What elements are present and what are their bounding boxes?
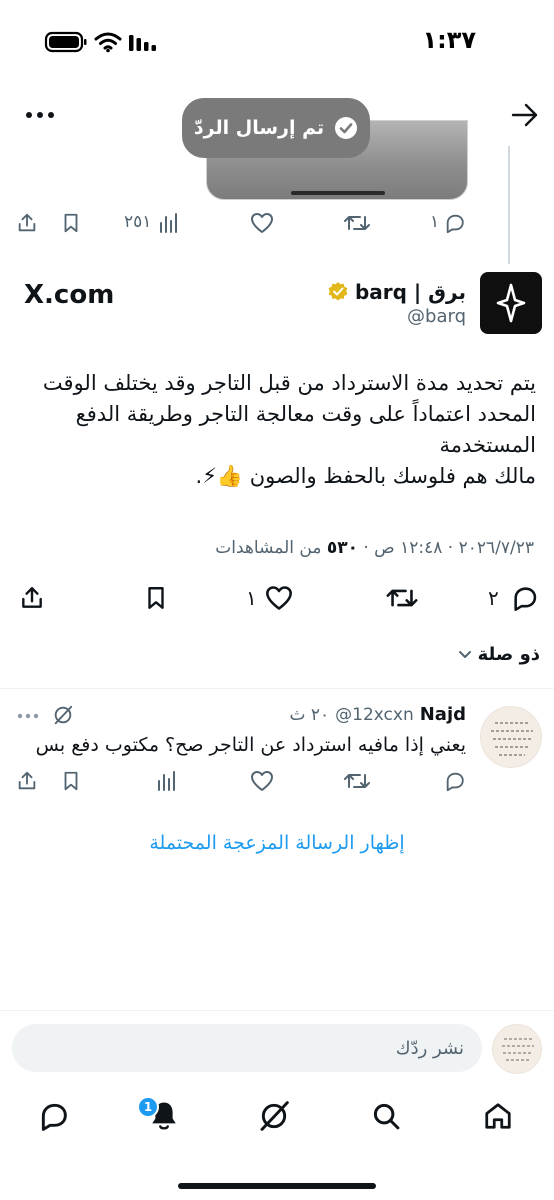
views-count: ٢٥١ xyxy=(124,212,152,232)
like-icon[interactable] xyxy=(248,768,276,794)
retweet-icon[interactable] xyxy=(384,582,420,614)
home-icon[interactable] xyxy=(480,1098,516,1134)
barq-logo-icon xyxy=(496,283,526,323)
reply-text: يعني إذا مافيه استرداد عن التاجر صح؟ مكت… xyxy=(35,734,466,756)
notifications-badge-count: 1 xyxy=(143,1100,153,1114)
battery-icon xyxy=(44,30,88,54)
tweet-line: مالك هم فلوسك بالحفظ والصون 👍⚡. xyxy=(195,464,536,488)
tweet-text: يتم تحديد مدة الاسترداد من قبل التاجر وق… xyxy=(16,368,536,492)
tweet-line: المستخدمة xyxy=(439,433,536,457)
bookmark-icon[interactable] xyxy=(58,210,84,236)
composer-avatar[interactable] xyxy=(492,1024,542,1074)
tweet-line: يتم تحديد مدة الاسترداد من قبل التاجر وق… xyxy=(42,371,536,395)
reply-composer-input[interactable]: نشر ردّك xyxy=(12,1024,482,1072)
views-icon[interactable] xyxy=(156,210,180,236)
retweet-icon[interactable] xyxy=(342,210,372,236)
bookmark-icon[interactable] xyxy=(140,582,172,614)
more-options-icon[interactable] xyxy=(14,706,42,726)
messages-icon[interactable] xyxy=(36,1098,72,1134)
reply-icon[interactable] xyxy=(442,768,468,794)
reply-handle: @12xcxn xyxy=(335,705,414,725)
more-options-icon[interactable] xyxy=(22,100,58,130)
related-toggle[interactable]: ذو صلة xyxy=(458,644,540,665)
tweet-meta: ٢٠٢٦/٧/٢٣ · ١٢:٤٨ ص · ٥٣٠ من المشاهدات xyxy=(215,538,534,558)
reply-icon[interactable] xyxy=(442,210,468,236)
wifi-icon xyxy=(94,30,122,54)
chevron-down-icon xyxy=(458,648,472,662)
related-label: ذو صلة xyxy=(477,644,540,665)
author-handle: @barq xyxy=(407,306,466,327)
like-count: ١ xyxy=(246,586,257,610)
like-icon[interactable] xyxy=(262,582,296,614)
home-indicator-bar xyxy=(178,1183,376,1189)
views-icon[interactable] xyxy=(154,768,178,794)
back-arrow-icon[interactable] xyxy=(508,100,542,130)
tweet-line: المحدد اعتماداً على وقت معالجة التاجر وط… xyxy=(75,402,536,426)
reply-count: ٢ xyxy=(488,586,499,610)
reply-count: ١ xyxy=(430,212,440,232)
reply-author-name[interactable]: Najd xyxy=(420,704,466,725)
author-name-row[interactable]: برق | barq xyxy=(327,280,466,304)
bookmark-icon[interactable] xyxy=(58,768,84,794)
reply-header: ٢٠ ث @12xcxn Najd xyxy=(289,704,466,725)
tweet-views-count: ٥٣٠ xyxy=(326,538,358,558)
home-indicator xyxy=(291,191,385,195)
calligraphy-avatar-icon xyxy=(502,1038,534,1061)
tweet-views-label: من المشاهدات xyxy=(215,538,327,558)
author-avatar[interactable] xyxy=(480,272,542,334)
check-circle-icon xyxy=(334,116,358,140)
show-spam-link[interactable]: إظهار الرسالة المزعجة المحتملة xyxy=(0,832,554,854)
reply-avatar[interactable] xyxy=(480,706,542,768)
verified-badge-icon xyxy=(327,281,349,303)
toast-text: تم إرسال الردّ xyxy=(193,117,325,139)
sent-toast: تم إرسال الردّ xyxy=(182,98,370,158)
share-icon[interactable] xyxy=(16,582,48,614)
divider xyxy=(0,1010,554,1011)
composer-placeholder: نشر ردّك xyxy=(395,1037,464,1059)
like-icon[interactable] xyxy=(248,210,276,236)
share-icon[interactable] xyxy=(14,768,40,794)
retweet-icon[interactable] xyxy=(342,768,372,794)
tweet-timestamp: ٢٠٢٦/٧/٢٣ · ١٢:٤٨ ص · xyxy=(357,538,534,558)
notifications-badge: 1 xyxy=(137,1096,159,1118)
search-icon[interactable] xyxy=(368,1098,404,1134)
calligraphy-avatar-icon xyxy=(491,722,533,756)
grok-icon[interactable] xyxy=(50,702,76,728)
thread-line xyxy=(508,146,510,264)
cellular-signal-icon xyxy=(128,30,158,54)
divider xyxy=(0,688,554,689)
link-card-domain[interactable]: X.com xyxy=(24,280,114,310)
clock: ١:٣٧ xyxy=(422,26,476,54)
author-name: برق | barq xyxy=(354,280,466,304)
reply-icon[interactable] xyxy=(508,582,542,614)
share-icon[interactable] xyxy=(14,210,40,236)
grok-icon[interactable] xyxy=(256,1098,292,1134)
reply-time: ٢٠ ث xyxy=(289,705,330,725)
